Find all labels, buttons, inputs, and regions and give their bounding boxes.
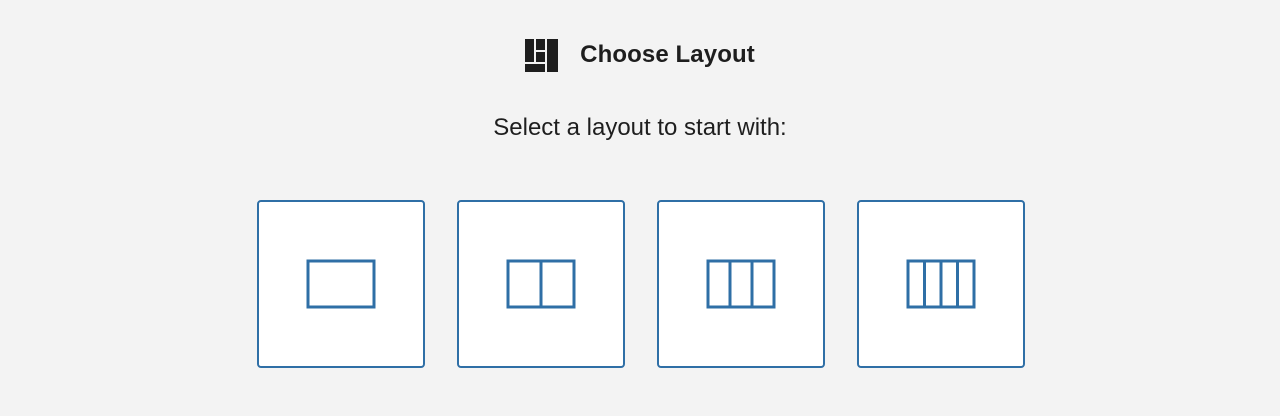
layout-prompt: Select a layout to start with: bbox=[493, 114, 787, 141]
layout-options bbox=[257, 200, 1025, 368]
layout-grid-icon bbox=[525, 38, 559, 72]
layout-option-two-columns[interactable] bbox=[457, 200, 625, 368]
layout-option-three-columns[interactable] bbox=[657, 200, 825, 368]
three-column-layout-icon bbox=[706, 259, 776, 309]
four-column-layout-icon bbox=[906, 259, 976, 309]
one-column-layout-icon bbox=[306, 259, 376, 309]
layout-picker-header: Choose Layout bbox=[0, 38, 1280, 72]
page-title: Choose Layout bbox=[580, 41, 755, 68]
two-column-layout-icon bbox=[506, 259, 576, 309]
layout-option-four-columns[interactable] bbox=[857, 200, 1025, 368]
layout-option-one-column[interactable] bbox=[257, 200, 425, 368]
